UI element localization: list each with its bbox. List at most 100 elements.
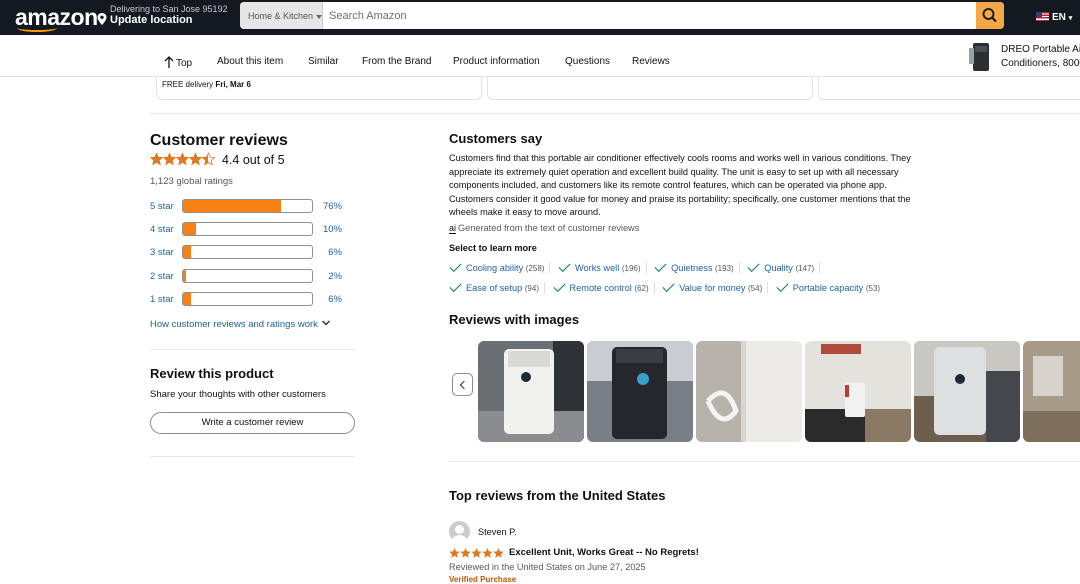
checkmark-icon	[558, 259, 571, 273]
subnav-top-label: Top	[176, 58, 193, 69]
aspect-chip[interactable]: Ease of setup (94)	[449, 279, 545, 293]
histogram-bar	[182, 199, 313, 213]
histogram-bar	[182, 245, 313, 260]
aspect-chips-row-1: Cooling ability (258) Works well (196) Q…	[449, 259, 929, 273]
product-name[interactable]: DREO Portable Air Conditioners, 8000	[1001, 43, 1080, 71]
ai-generated-text: Generated from the text of customer revi…	[458, 223, 640, 233]
deliver-line-2: Update location	[110, 14, 193, 26]
chevron-down-icon	[316, 14, 323, 19]
subnav-top[interactable]: Top	[164, 56, 192, 69]
how-reviews-work-link[interactable]: How customer reviews and ratings work	[150, 319, 331, 330]
histogram-fill	[183, 292, 191, 305]
search-icon	[982, 8, 997, 23]
histogram-row[interactable]: 1 star 6%	[150, 291, 350, 314]
us-flag-icon	[1036, 12, 1049, 21]
chip-separator	[549, 262, 551, 273]
histogram-label: 5 star	[150, 201, 174, 212]
chip-separator	[738, 262, 740, 273]
product-thumbnail[interactable]	[969, 42, 993, 72]
checkmark-icon	[747, 259, 760, 273]
checkmark-icon	[654, 259, 667, 273]
histogram-label: 3 star	[150, 247, 174, 259]
histogram-row[interactable]: 4 star 10%	[150, 221, 350, 244]
aspect-count: (258)	[525, 264, 545, 273]
review-product-subtext: Share your thoughts with other customers	[150, 389, 326, 400]
avatar	[449, 521, 470, 542]
aspect-chip[interactable]: Works well (196)	[558, 259, 647, 273]
aspect-count: (54)	[748, 284, 763, 293]
review-image[interactable]	[805, 341, 911, 442]
aspect-chip[interactable]: Value for money (54)	[662, 279, 769, 293]
review-image[interactable]	[914, 341, 1020, 442]
offer-card[interactable]: FREE delivery Fri, Mar 6	[156, 77, 482, 100]
aspect-name: Cooling ability	[466, 263, 524, 273]
product-name-line-2: Conditioners, 8000	[1001, 58, 1080, 69]
select-to-learn-label: Select to learn more	[449, 243, 537, 253]
divider	[150, 113, 1080, 114]
aspect-count: (196)	[621, 264, 641, 273]
review-image[interactable]	[587, 341, 693, 442]
star-rating-icon	[149, 152, 216, 166]
product-subnav: Top About this item Similar From the Bra…	[0, 35, 1080, 77]
subnav-from-brand[interactable]: From the Brand	[362, 56, 431, 67]
histogram-row[interactable]: 2 star 2%	[150, 268, 350, 291]
histogram-fill	[183, 269, 186, 282]
review-image[interactable]	[1023, 341, 1080, 442]
aspect-name: Works well	[575, 263, 620, 273]
offer-card[interactable]	[487, 77, 813, 100]
customers-say-summary: Customers find that this portable air co…	[449, 153, 911, 218]
search-input[interactable]	[323, 2, 976, 29]
review-image[interactable]	[478, 341, 584, 442]
histogram-bar	[182, 291, 313, 306]
search-category-label: Home & Kitchen	[248, 11, 314, 21]
subnav-reviews[interactable]: Reviews	[632, 56, 670, 67]
subnav-about[interactable]: About this item	[217, 56, 283, 67]
aspect-count: (62)	[634, 284, 649, 293]
aspect-chip[interactable]: Quietness (193)	[654, 259, 740, 273]
review-title[interactable]: Excellent Unit, Works Great -- No Regret…	[509, 547, 699, 558]
aspect-chip[interactable]: Quality (147)	[747, 259, 821, 273]
aspect-count: (53)	[865, 284, 881, 293]
subnav-similar[interactable]: Similar	[308, 56, 339, 67]
how-reviews-work-label: How customer reviews and ratings work	[150, 319, 318, 330]
reviews-with-images-heading: Reviews with images	[449, 312, 580, 327]
checkmark-icon	[662, 279, 675, 293]
rating-stars[interactable]	[149, 152, 216, 171]
aspect-name: Quietness	[671, 263, 713, 273]
star-rating-icon	[449, 548, 504, 558]
offer-cards: FREE delivery Fri, Mar 6	[0, 77, 1080, 102]
histogram-fill	[183, 200, 282, 212]
aspect-count: (193)	[715, 264, 734, 273]
histogram-row[interactable]: 5 star 76%	[150, 198, 350, 221]
chip-separator	[653, 282, 655, 293]
global-ratings-count: 1,123 global ratings	[150, 176, 233, 187]
chevron-down-icon: ▾	[1068, 15, 1073, 22]
arrow-up-icon	[164, 56, 174, 68]
chip-separator	[767, 282, 769, 293]
search-button[interactable]	[976, 2, 1004, 29]
divider	[150, 349, 355, 350]
average-rating: 4.4 out of 5	[222, 153, 285, 167]
carousel-prev-button[interactable]	[452, 373, 473, 396]
histogram-row[interactable]: 3 star 6%	[150, 244, 350, 267]
offer-card[interactable]	[818, 77, 1080, 100]
aspect-chip[interactable]: Portable capacity (53)	[776, 279, 881, 293]
reviewer-name[interactable]: Steven P.	[478, 527, 517, 537]
review-image[interactable]	[696, 341, 802, 442]
language-selector[interactable]: EN ▾	[1036, 12, 1072, 23]
aspect-chip[interactable]: Cooling ability (258)	[449, 259, 551, 273]
aspect-chip[interactable]: Remote control (62)	[553, 279, 655, 293]
aspect-name: Portable capacity	[792, 283, 864, 293]
histogram-percent: 6%	[328, 247, 342, 259]
search-category-dropdown[interactable]: Home & Kitchen	[240, 2, 323, 29]
divider	[150, 456, 355, 457]
delivery-info: FREE delivery Fri, Mar 6	[162, 80, 251, 89]
subnav-product-info[interactable]: Product information	[453, 56, 540, 67]
histogram-label: 1 star	[150, 293, 174, 305]
histogram-fill	[183, 246, 191, 259]
delivery-prefix: FREE delivery	[162, 80, 214, 89]
subnav-questions[interactable]: Questions	[565, 56, 610, 67]
search-bar: Home & Kitchen	[240, 2, 1004, 29]
write-review-button[interactable]: Write a customer review	[150, 412, 355, 434]
histogram-percent: 6%	[328, 293, 342, 305]
